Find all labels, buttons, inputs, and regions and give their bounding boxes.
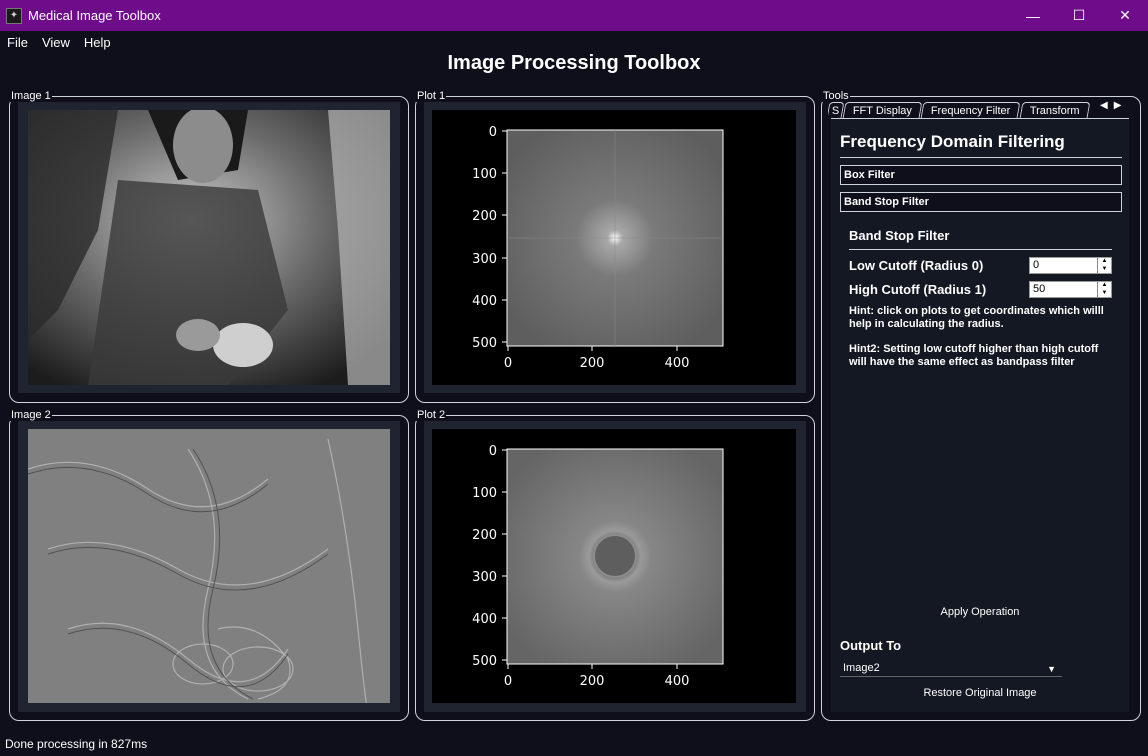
restore-original-button[interactable]: Restore Original Image [900,687,1060,699]
image2-picture [28,429,390,703]
plot2-xtick: 0 [504,674,512,689]
apply-operation-button[interactable]: Apply Operation [900,606,1060,618]
image2-view[interactable] [28,429,390,703]
maximize-button[interactable]: ☐ [1056,0,1102,31]
plot2-ytick: 0 [489,444,497,459]
plot1-ytick: 300 [472,252,497,267]
high-cutoff-label: High Cutoff (Radius 1) [849,282,987,297]
hint2-text: Hint2: Setting low cutoff higher than hi… [849,343,1099,368]
decrement-icon[interactable]: ▼ [1098,266,1111,274]
plot2-xtick: 200 [580,674,605,689]
output-to-label: Output To [840,638,902,653]
plot1-ytick: 200 [472,209,497,224]
plot1-x-ticks: 0 200 400 [504,346,690,371]
output-select-value: Image2 [843,662,880,674]
subheading-divider [849,249,1112,250]
low-cutoff-label: Low Cutoff (Radius 0) [849,258,984,273]
minimize-button[interactable]: — [1010,0,1056,31]
plot1-ytick: 400 [472,294,497,309]
image1-view[interactable] [28,110,390,385]
tab-fft-display[interactable]: FFT Display [842,102,923,118]
plot2-view[interactable]: 0 100 200 300 400 500 0 200 400 [432,429,796,703]
menu-help[interactable]: Help [77,35,118,50]
hint-text: Hint: click on plots to get coordinates … [849,305,1104,330]
plot1-y-ticks: 0 100 200 300 400 500 [472,125,507,351]
plot2-ytick: 200 [472,528,497,543]
plot1-xtick: 400 [665,356,690,371]
plot1-xtick: 0 [504,356,512,371]
plot1-ytick: 100 [472,167,497,182]
plot2-xtick: 400 [665,674,690,689]
low-cutoff-value[interactable]: 0 [1030,258,1097,273]
status-bar: Done processing in 827ms [5,737,148,751]
high-cutoff-value[interactable]: 50 [1030,282,1097,297]
low-cutoff-spinbox[interactable]: 0 ▲ ▼ [1029,257,1112,274]
menu-view[interactable]: View [35,35,77,50]
page-title: Image Processing Toolbox [447,52,701,74]
plot2-y-ticks: 0 100 200 300 400 500 [472,444,507,669]
plot2-ytick: 300 [472,570,497,585]
heading-divider [840,157,1122,158]
plot2-ytick: 500 [472,654,497,669]
plot1-view[interactable]: 0 100 200 300 400 500 0 200 400 [432,110,796,385]
output-select[interactable]: Image2 ▼ [840,660,1062,677]
plot1-xtick: 200 [580,356,605,371]
tool-tabs: S FFT Display Frequency Filter Transform [828,100,1130,118]
tool-heading: Frequency Domain Filtering [840,132,1065,151]
high-cutoff-spinbox[interactable]: 50 ▲ ▼ [1029,281,1112,298]
tab-scroll-right-icon[interactable]: ▶ [1114,100,1122,111]
tab-scroll-left-icon[interactable]: ◀ [1100,100,1108,111]
title-bar: ✦ Medical Image Toolbox — ☐ ✕ [0,0,1148,31]
band-stop-heading: Band Stop Filter [849,228,950,243]
app-icon: ✦ [6,7,22,24]
plot2-ytick: 100 [472,486,497,501]
plot1-label: Plot 1 [416,90,447,102]
plot2-ytick: 400 [472,612,497,627]
menu-file[interactable]: File [0,35,35,50]
increment-icon[interactable]: ▲ [1098,282,1111,290]
plot2-label: Plot 2 [416,409,447,421]
window-title: Medical Image Toolbox [28,8,161,23]
menu-bar: File View Help [0,31,118,53]
close-button[interactable]: ✕ [1102,0,1148,31]
plot1-ytick: 500 [472,336,497,351]
plot2-x-ticks: 0 200 400 [504,664,690,689]
image2-label: Image 2 [10,409,52,421]
box-filter-button[interactable]: Box Filter [840,165,1122,185]
chevron-down-icon: ▼ [1047,664,1056,674]
increment-icon[interactable]: ▲ [1098,258,1111,266]
plot1-ytick: 0 [489,125,497,140]
band-stop-filter-button[interactable]: Band Stop Filter [840,192,1122,212]
image1-label: Image 1 [10,90,52,102]
image1-picture [28,110,390,385]
tab-transform[interactable]: Transform [1019,102,1091,118]
tab-frequency-filter[interactable]: Frequency Filter [921,102,1022,118]
decrement-icon[interactable]: ▼ [1098,290,1111,298]
